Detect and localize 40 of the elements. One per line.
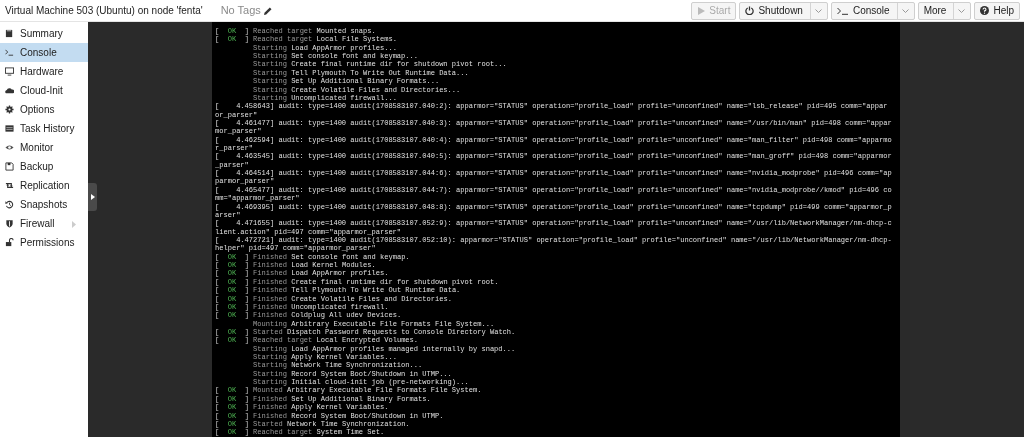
history-icon bbox=[5, 200, 14, 209]
toolbar-button[interactable]: Console bbox=[830, 1, 915, 20]
expand-arrow-icon bbox=[72, 220, 76, 228]
caret-icon bbox=[901, 8, 909, 13]
nav-item[interactable]: Task History bbox=[0, 119, 88, 138]
unlock-icon bbox=[5, 238, 14, 247]
cloud-icon bbox=[5, 86, 14, 95]
floppy-icon bbox=[5, 162, 14, 171]
nav-item[interactable]: Replication bbox=[0, 176, 88, 195]
nav-item[interactable]: Summary bbox=[0, 24, 88, 43]
window-title: Virtual Machine 503 (Ubuntu) on node 'fenta' bbox=[5, 4, 203, 18]
nav-item[interactable]: Hardware bbox=[0, 62, 88, 81]
terminal-icon bbox=[836, 6, 849, 15]
nav-item[interactable]: Monitor bbox=[0, 138, 88, 157]
power-icon bbox=[745, 6, 755, 15]
nav-item[interactable]: Cloud-Init bbox=[0, 81, 88, 100]
console-screen[interactable] bbox=[212, 22, 900, 437]
caret-icon bbox=[958, 8, 966, 13]
eye-icon bbox=[5, 143, 14, 152]
nav-item[interactable]: Options bbox=[0, 100, 88, 119]
nav-item[interactable]: Snapshots bbox=[0, 195, 88, 214]
play-icon bbox=[697, 6, 706, 15]
toolbar-button[interactable]: Shutdown bbox=[739, 1, 828, 20]
nav-item[interactable]: Console bbox=[0, 43, 88, 62]
monitor-icon bbox=[5, 67, 14, 76]
gear-icon bbox=[5, 105, 14, 114]
tags-label: No Tags bbox=[220, 3, 261, 19]
shield-icon bbox=[5, 219, 14, 228]
table-icon bbox=[5, 124, 14, 133]
caret-icon bbox=[814, 8, 822, 13]
toolbar-button[interactable]: Help bbox=[974, 1, 1020, 20]
help-icon bbox=[980, 6, 990, 15]
toolbar-button[interactable]: More bbox=[917, 1, 972, 20]
collapse-handle[interactable] bbox=[88, 183, 97, 211]
terminal-icon bbox=[5, 48, 14, 57]
pencil-icon[interactable] bbox=[263, 6, 272, 15]
nav-item[interactable]: Backup bbox=[0, 157, 88, 176]
nav-item[interactable]: Permissions bbox=[0, 233, 88, 252]
nav-item[interactable]: Firewall bbox=[0, 214, 88, 233]
book-icon bbox=[5, 29, 14, 38]
